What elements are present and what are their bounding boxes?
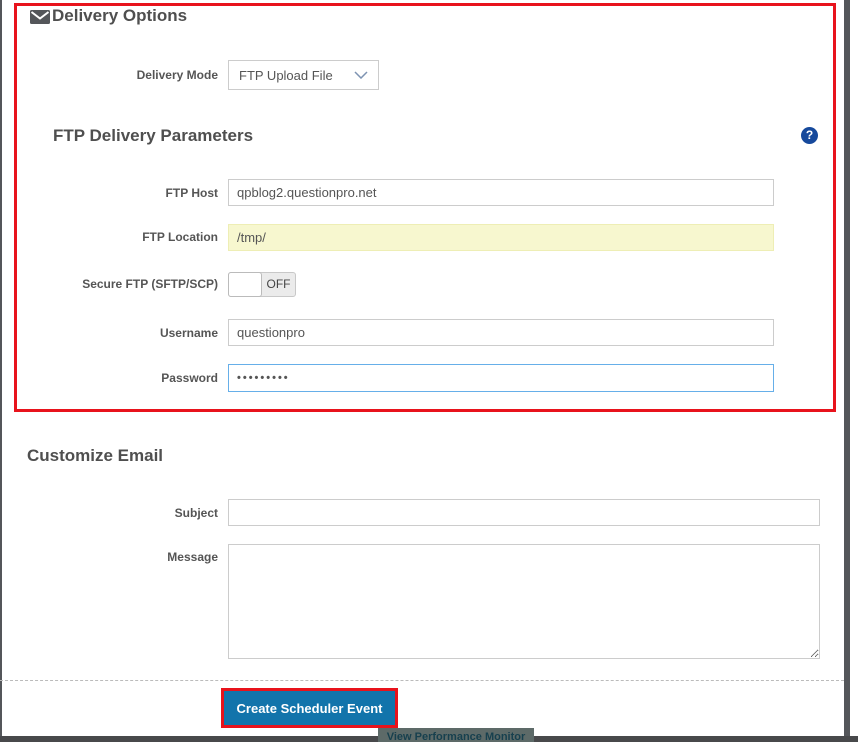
subject-label: Subject: [174, 506, 218, 520]
secure-ftp-toggle[interactable]: OFF: [228, 272, 296, 297]
annotation-rectangle-create-button: Create Scheduler Event: [221, 688, 398, 728]
delivery-mode-selected-value: FTP Upload File: [239, 67, 333, 83]
ftp-parameters-title: FTP Delivery Parameters: [53, 126, 254, 145]
chevron-down-icon: [354, 66, 368, 84]
password-label: Password: [161, 371, 218, 385]
help-icon[interactable]: ?: [801, 127, 818, 144]
envelope-icon: [30, 10, 50, 29]
toggle-knob: [228, 272, 262, 297]
delivery-mode-label: Delivery Mode: [136, 68, 218, 82]
delivery-options-title: Delivery Options: [52, 6, 188, 25]
toggle-state-label: OFF: [266, 277, 291, 291]
customize-email-title: Customize Email: [27, 446, 164, 465]
scheduler-form-page: Delivery Options Delivery Mode FTP Uploa…: [0, 0, 858, 742]
username-label: Username: [159, 326, 218, 340]
subject-input[interactable]: [228, 499, 820, 526]
footer-separator: [0, 680, 844, 681]
delivery-mode-select[interactable]: FTP Upload File: [228, 60, 379, 90]
right-scrollbar[interactable]: [844, 0, 850, 742]
message-textarea[interactable]: [228, 544, 820, 659]
ftp-host-label: FTP Host: [165, 186, 218, 200]
ftp-host-input[interactable]: [228, 179, 774, 206]
password-input[interactable]: [228, 364, 774, 392]
message-label: Message: [167, 550, 218, 564]
status-popup: View Performance Monitor: [378, 728, 534, 742]
username-input[interactable]: [228, 319, 774, 346]
secure-ftp-label: Secure FTP (SFTP/SCP): [82, 277, 218, 291]
ftp-location-input[interactable]: [228, 224, 774, 251]
ftp-location-label: FTP Location: [142, 230, 218, 244]
create-scheduler-event-button[interactable]: Create Scheduler Event: [224, 691, 395, 725]
annotation-rectangle-delivery-options: [14, 3, 836, 412]
